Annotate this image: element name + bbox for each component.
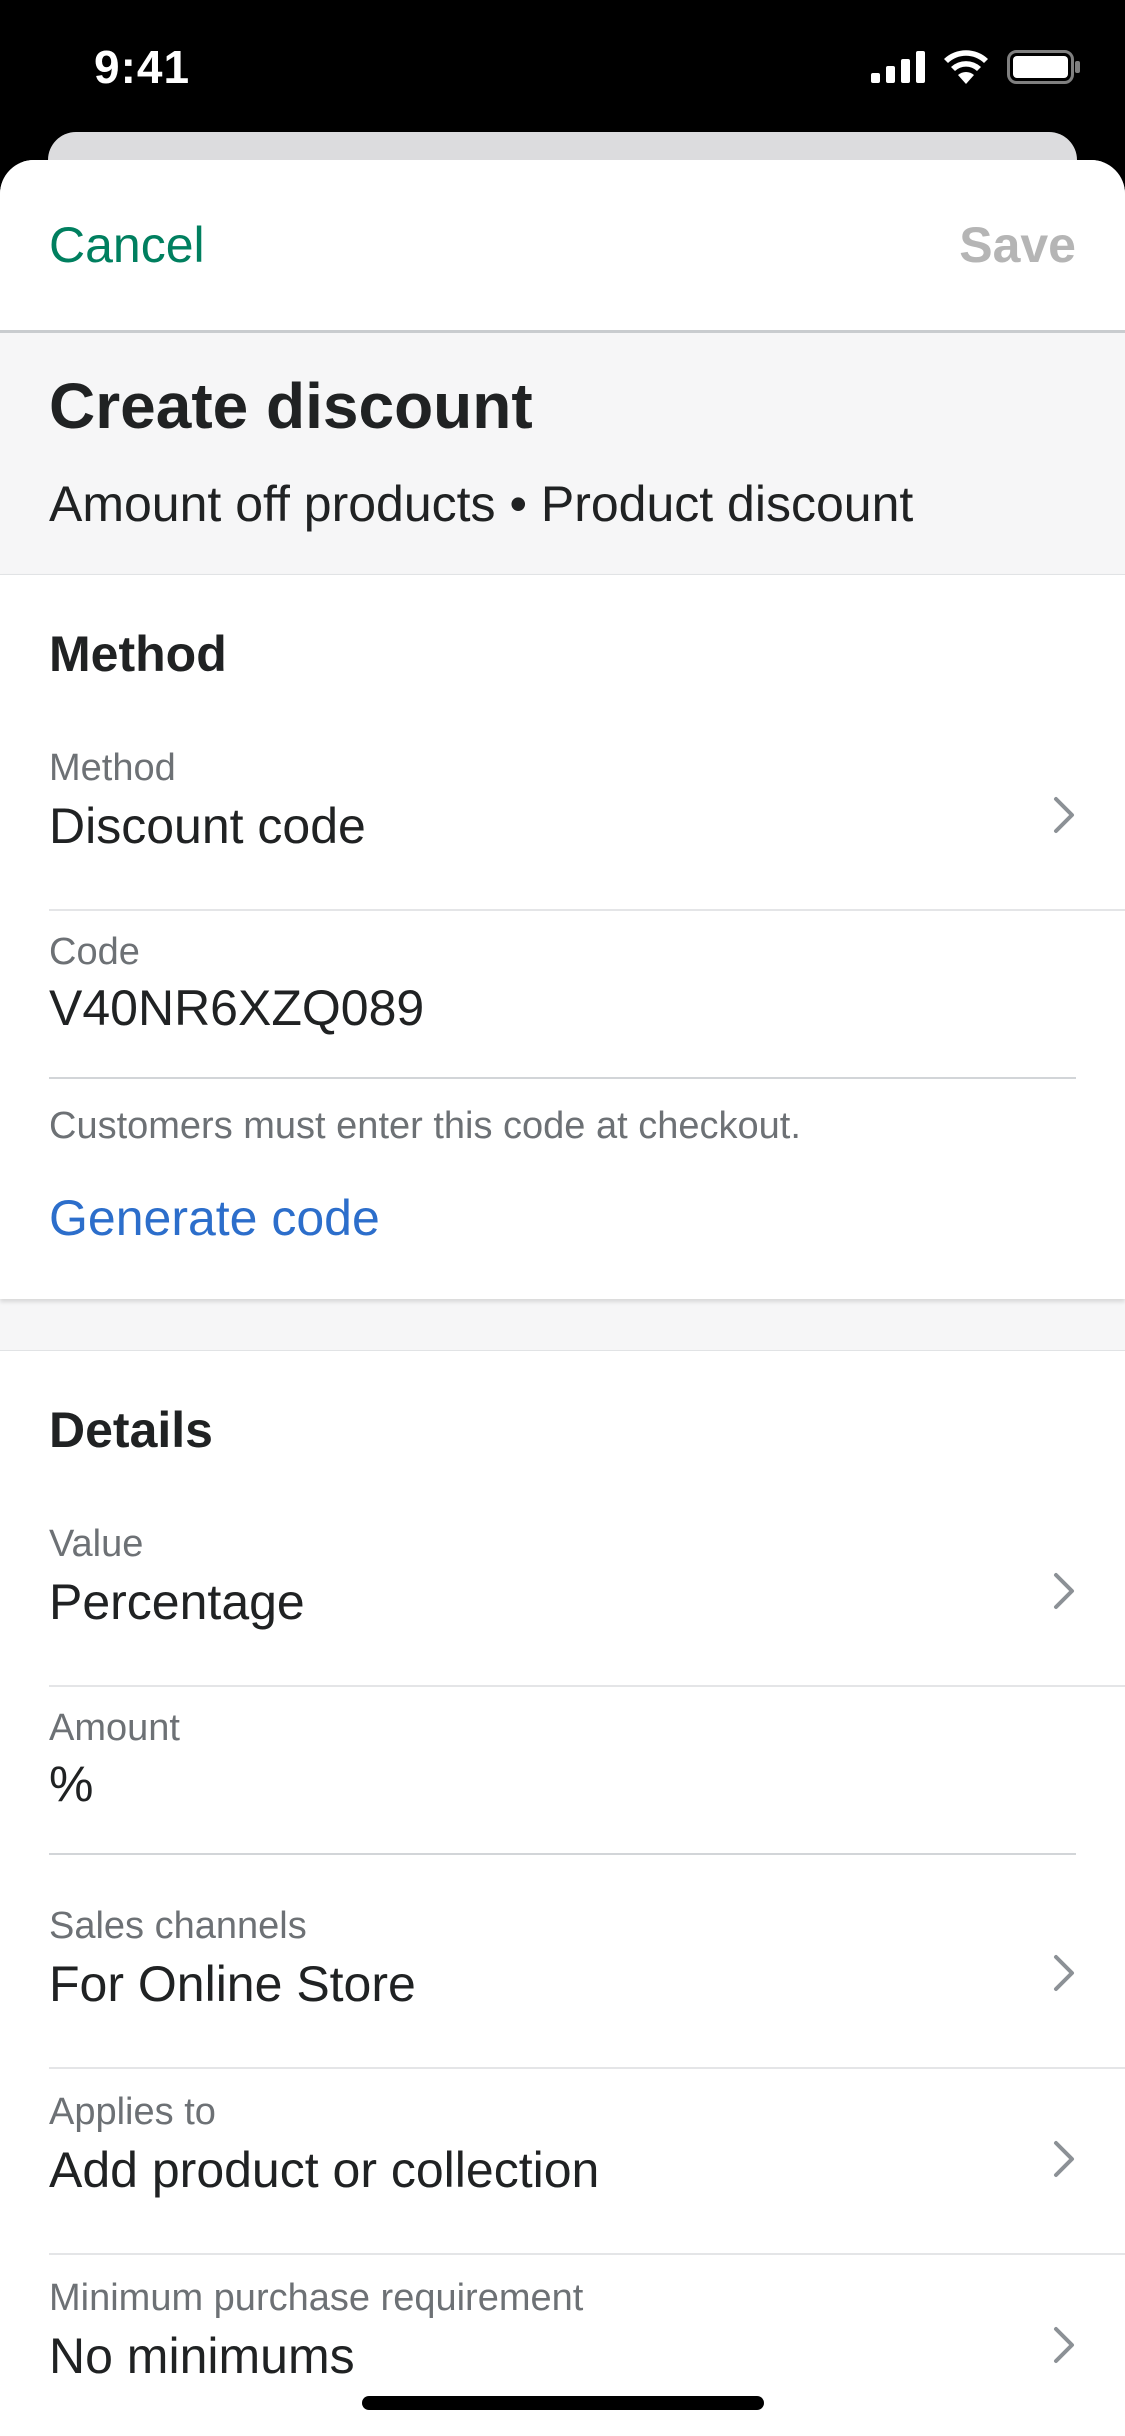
code-field-value[interactable]: V40NR6XZQ089	[49, 979, 424, 1037]
chevron-right-icon	[1054, 1955, 1074, 1991]
sales-channels-row-label: Sales channels	[49, 1905, 307, 1947]
details-section: Details Value Percentage Amount % Sales …	[0, 1350, 1125, 2436]
status-icons	[871, 50, 1081, 84]
sales-channels-row-value: For Online Store	[49, 1956, 416, 2012]
code-helper-text: Customers must enter this code at checko…	[49, 1105, 801, 1147]
sales-channels-row[interactable]: Sales channels For Online Store	[49, 1905, 1125, 2069]
chevron-right-icon	[1054, 2141, 1074, 2177]
cancel-button[interactable]: Cancel	[49, 216, 205, 274]
divider	[49, 909, 1125, 911]
page-title: Create discount	[49, 370, 533, 442]
amount-field-underline	[49, 1853, 1076, 1855]
nav-bar: Cancel Save	[0, 160, 1125, 333]
chevron-right-icon	[1054, 1573, 1074, 1609]
status-bar: 9:41	[0, 0, 1125, 130]
battery-icon	[1007, 50, 1080, 84]
applies-to-row[interactable]: Applies to Add product or collection	[49, 2091, 1125, 2255]
minimum-purchase-row-value: No minimums	[49, 2328, 355, 2384]
save-button[interactable]: Save	[959, 216, 1076, 274]
code-field-underline	[49, 1077, 1076, 1079]
minimum-purchase-row[interactable]: Minimum purchase requirement No minimums	[49, 2277, 1125, 2436]
applies-to-row-label: Applies to	[49, 2091, 216, 2133]
wifi-icon	[944, 50, 988, 84]
divider	[49, 2067, 1125, 2069]
applies-to-row-value: Add product or collection	[49, 2142, 600, 2198]
amount-field-label: Amount	[49, 1707, 180, 1749]
home-indicator[interactable]	[362, 2396, 764, 2410]
value-row-value: Percentage	[49, 1574, 305, 1630]
generate-code-button[interactable]: Generate code	[49, 1189, 380, 1247]
value-row-label: Value	[49, 1523, 144, 1565]
code-field[interactable]: Code V40NR6XZQ089	[49, 931, 1125, 1081]
create-discount-sheet: Cancel Save Create discount Amount off p…	[0, 160, 1125, 2436]
details-section-title: Details	[49, 1402, 213, 1458]
chevron-right-icon	[1054, 797, 1074, 833]
chevron-right-icon	[1054, 2327, 1074, 2363]
signal-icon	[871, 51, 925, 83]
method-row-label: Method	[49, 747, 176, 789]
method-row-value: Discount code	[49, 798, 366, 854]
code-field-label: Code	[49, 931, 140, 973]
amount-field-value[interactable]: %	[49, 1755, 93, 1813]
divider	[49, 2253, 1125, 2255]
status-time: 9:41	[94, 41, 191, 93]
method-section: Method Method Discount code Code V40NR6X…	[0, 574, 1125, 1299]
method-section-title: Method	[49, 626, 227, 682]
amount-field[interactable]: Amount %	[49, 1707, 1125, 1857]
page-subtitle: Amount off products • Product discount	[49, 476, 914, 532]
value-row[interactable]: Value Percentage	[49, 1523, 1125, 1687]
minimum-purchase-row-label: Minimum purchase requirement	[49, 2277, 584, 2319]
method-row[interactable]: Method Discount code	[49, 747, 1125, 911]
divider	[49, 1685, 1125, 1687]
